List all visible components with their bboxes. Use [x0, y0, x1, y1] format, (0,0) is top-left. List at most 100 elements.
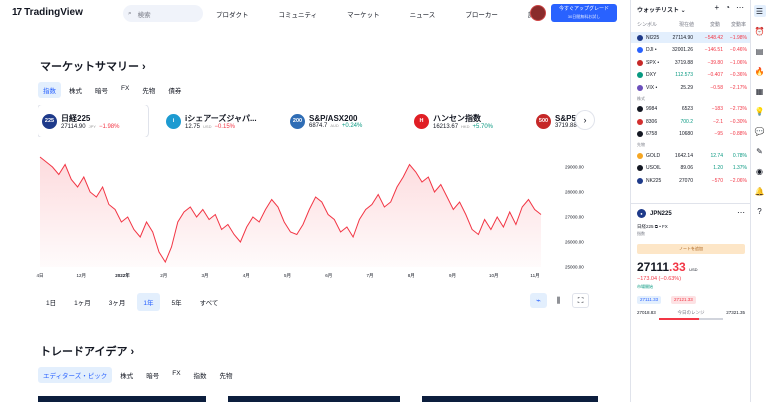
- nav-item[interactable]: ニュース: [410, 9, 436, 19]
- watchlist-row[interactable]: 8306 700.2 −2.1 −0.30%: [631, 116, 751, 127]
- tab-item[interactable]: 1年: [137, 293, 160, 311]
- tab-item[interactable]: FX: [116, 82, 134, 98]
- user-avatar[interactable]: [530, 5, 546, 21]
- col-change-pct[interactable]: 変動率: [731, 21, 746, 28]
- hotlist-icon[interactable]: 🔥: [754, 65, 766, 77]
- x-tick-label: 7月: [366, 273, 373, 279]
- tab-item[interactable]: 暗号: [141, 367, 164, 383]
- tab-item[interactable]: 5年: [166, 293, 188, 311]
- watchlist-title[interactable]: ウォッチリスト ⌄: [637, 5, 686, 14]
- day-range: 27018.83 今日のレンジ 27321.35: [637, 310, 745, 316]
- alerts-icon[interactable]: ⏰: [754, 25, 766, 37]
- index-badge-icon: 200: [290, 113, 305, 129]
- calendar-icon[interactable]: ▦: [754, 85, 766, 97]
- next-cards-button[interactable]: ›: [576, 111, 594, 129]
- watchlist-icon[interactable]: ☰: [753, 5, 766, 17]
- x-tick-label: 9月: [449, 273, 456, 279]
- notifications-icon[interactable]: 🔔: [754, 185, 766, 197]
- tab-item[interactable]: 先物: [215, 367, 238, 383]
- watch-change-pct: −1.98%: [729, 34, 747, 41]
- tab-item[interactable]: FX: [167, 367, 185, 383]
- watch-change: −2.1: [713, 118, 723, 125]
- index-card[interactable]: 225 日経225 27114.90 JPY −1.98%: [38, 105, 148, 137]
- watch-change: 1.20: [713, 165, 723, 171]
- x-tick-label: 8月: [408, 273, 415, 279]
- tab-item[interactable]: 株式: [64, 82, 87, 98]
- watchlist-row[interactable]: 6758 10680 −95 −0.88%: [631, 129, 751, 140]
- trade-ideas-title[interactable]: トレードアイデア ›: [40, 343, 134, 359]
- index-card[interactable]: H ハンセン指数 16213.67 HKD +5.70%: [410, 105, 493, 137]
- y-tick-label: 29000.00: [565, 165, 584, 170]
- nav-item[interactable]: マーケット: [347, 9, 380, 19]
- clock-icon[interactable]: ◔: [725, 3, 730, 12]
- tab-item[interactable]: 1日: [40, 293, 62, 311]
- tab-item[interactable]: 債券: [163, 82, 186, 98]
- watchlist-row[interactable]: DJI • 32001.26 −146.51 −0.46%: [631, 45, 751, 56]
- x-tick-label: 10月: [489, 273, 499, 279]
- add-symbol-icon[interactable]: +: [714, 3, 719, 12]
- watch-change-pct: −2.06%: [729, 177, 747, 184]
- watchlist-group-label[interactable]: 先物: [637, 142, 645, 148]
- watch-last: 25.29: [680, 84, 693, 91]
- col-symbol[interactable]: シンボル: [637, 21, 657, 28]
- more-icon[interactable]: ⋯: [736, 3, 744, 12]
- bid-pill[interactable]: 27111.33: [637, 296, 662, 304]
- index-chart[interactable]: 29000.00 28000.00 27000.00 26000.00 25000.00…: [36, 147, 596, 282]
- notes-icon[interactable]: ✎: [754, 145, 766, 157]
- idea-thumb[interactable]: [38, 396, 206, 402]
- watchlist-row[interactable]: GOLD 1642.14 12.74 0.78%: [631, 150, 751, 161]
- watchlist-group-label[interactable]: 株式: [637, 96, 645, 102]
- data-window-icon[interactable]: ▤: [754, 45, 766, 57]
- candle-chart-icon[interactable]: ⫼: [550, 293, 567, 308]
- symbol-logo-icon: [637, 118, 643, 125]
- right-toolbar: ☰ ⏰ ▤ 🔥 ▦ 💡 💬 ✎ ◉ 🔔 ?: [750, 0, 768, 402]
- watch-symbol: SPX •: [646, 59, 660, 66]
- watchlist-row[interactable]: 9984 6523 −183 −2.73%: [631, 104, 751, 115]
- tradingview-logo[interactable]: 17 TradingView: [12, 7, 83, 18]
- watchlist-row[interactable]: SPX • 3719.88 −39.80 −1.06%: [631, 57, 751, 68]
- tab-item[interactable]: 指数: [189, 367, 212, 383]
- nav-item[interactable]: ブローカー: [465, 9, 498, 19]
- index-card[interactable]: 200 S&P/ASX200 6874.7 AUD +0.24%: [286, 105, 362, 137]
- ideas-icon[interactable]: 💡: [754, 105, 766, 117]
- add-note-button[interactable]: ノートを追加: [637, 244, 745, 254]
- search-box[interactable]: ⌕ 検索: [123, 5, 203, 22]
- idea-thumb[interactable]: [422, 396, 598, 402]
- col-change[interactable]: 変動: [710, 21, 720, 28]
- symbol-logo-icon: [637, 59, 643, 66]
- day-low: 27018.83: [637, 310, 656, 315]
- ask-pill[interactable]: 27121.33: [671, 296, 696, 304]
- tab-item[interactable]: 暗号: [90, 82, 113, 98]
- detail-symbol[interactable]: ● JPN225: [637, 209, 672, 218]
- watchlist-row[interactable]: DXY 112.573 −0.407 −0.36%: [631, 70, 751, 81]
- idea-thumb[interactable]: [228, 396, 400, 402]
- watch-last: 6523: [681, 106, 693, 112]
- watch-last: 32001.26: [672, 47, 693, 53]
- watchlist-row[interactable]: NI225 27114.90 −548.42 −1.98%: [631, 32, 751, 43]
- index-card[interactable]: i iシェアーズジャパ... 12.75 USD −0.15%: [162, 105, 257, 137]
- detail-more-icon[interactable]: ⋯: [737, 208, 745, 217]
- market-summary-title[interactable]: マーケットサマリー ›: [40, 58, 146, 74]
- tab-item[interactable]: 指数: [38, 82, 61, 98]
- tab-item[interactable]: 3ヶ月: [103, 293, 132, 311]
- fullscreen-icon[interactable]: ⛶: [572, 293, 589, 308]
- price-main: 27111: [637, 260, 670, 274]
- nav-item[interactable]: コミュニティ: [279, 9, 318, 19]
- x-tick-label: 2022年: [115, 272, 130, 279]
- help-icon[interactable]: ?: [754, 205, 766, 217]
- watchlist-row[interactable]: USOIL 89.06 1.20 1.37%: [631, 163, 751, 174]
- area-chart-icon[interactable]: ⌁: [530, 293, 547, 308]
- tab-item[interactable]: エディターズ・ピック: [38, 367, 113, 383]
- watchlist-row[interactable]: VIX • 25.29 −0.58 −2.17%: [631, 82, 751, 93]
- tab-item[interactable]: すべて: [194, 293, 225, 311]
- upgrade-button[interactable]: 今すぐアップグレード 30日間無料お試し: [551, 4, 617, 22]
- streams-icon[interactable]: ◉: [754, 165, 766, 177]
- tab-item[interactable]: 先物: [137, 82, 160, 98]
- tab-item[interactable]: 1ヶ月: [68, 293, 97, 311]
- tab-item[interactable]: 株式: [115, 367, 138, 383]
- chat-icon[interactable]: 💬: [754, 125, 766, 137]
- detail-price: 27111.33 USD: [637, 260, 698, 274]
- col-last[interactable]: 現在値: [679, 21, 694, 28]
- watchlist-row[interactable]: NK225 27070 −570 −2.06%: [631, 175, 751, 186]
- nav-item[interactable]: プロダクト: [216, 9, 249, 19]
